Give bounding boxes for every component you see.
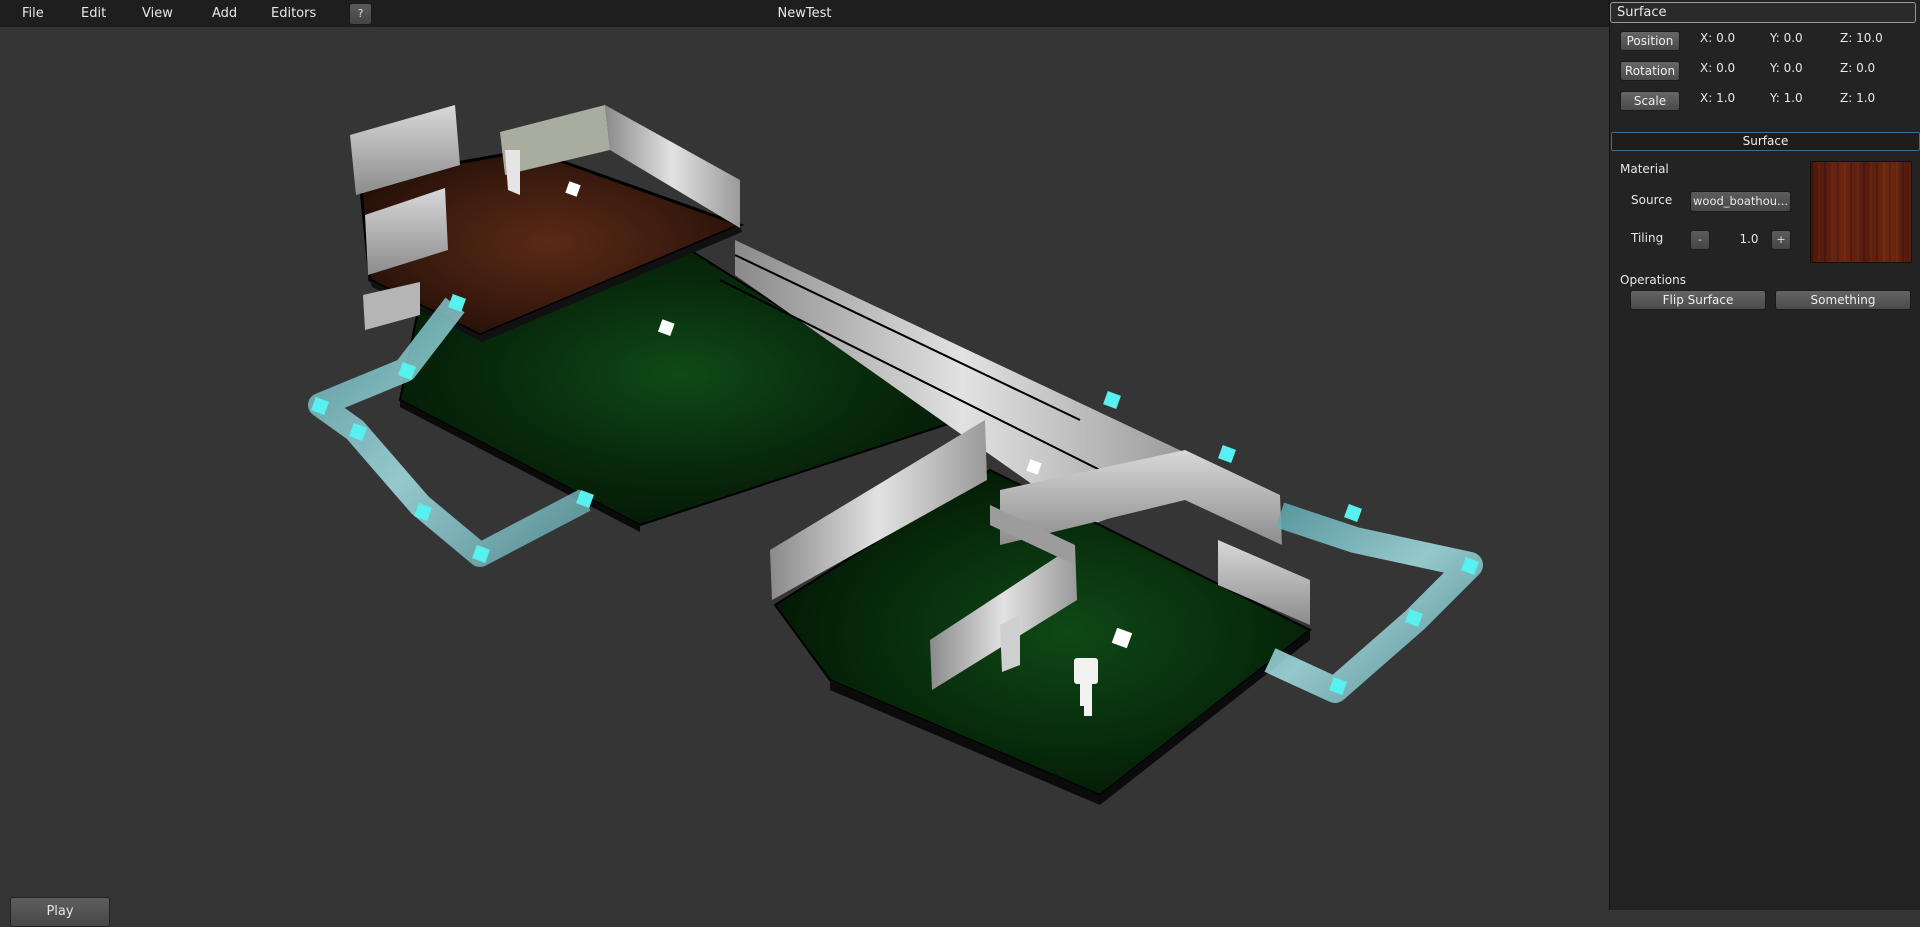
menu-file[interactable]: File: [22, 0, 44, 27]
material-preview-thumbnail[interactable]: [1810, 161, 1912, 263]
menu-editors[interactable]: Editors: [271, 0, 316, 27]
surface-section-header[interactable]: Surface: [1611, 132, 1920, 151]
play-button[interactable]: Play: [10, 897, 110, 927]
menu-edit[interactable]: Edit: [81, 0, 106, 27]
tiling-increment-button[interactable]: +: [1771, 230, 1791, 250]
scale-y[interactable]: Y: 1.0: [1770, 91, 1803, 105]
rotation-x[interactable]: X: 0.0: [1700, 61, 1735, 75]
tiling-label: Tiling: [1631, 231, 1664, 245]
something-button[interactable]: Something: [1775, 290, 1911, 310]
cube-light-icon[interactable]: [1218, 445, 1236, 463]
operations-label: Operations: [1620, 273, 1686, 287]
cube-light-icon[interactable]: [1103, 391, 1121, 409]
rotation-z[interactable]: Z: 0.0: [1840, 61, 1875, 75]
rotation-y[interactable]: Y: 0.0: [1770, 61, 1803, 75]
tiling-value[interactable]: 1.0: [1731, 230, 1767, 248]
position-x[interactable]: X: 0.0: [1700, 31, 1735, 45]
help-button[interactable]: ?: [349, 3, 372, 25]
position-z[interactable]: Z: 10.0: [1840, 31, 1883, 45]
menu-view[interactable]: View: [142, 0, 173, 27]
scene-render: [308, 105, 1483, 805]
flip-surface-button[interactable]: Flip Surface: [1630, 290, 1766, 310]
scene-viewport[interactable]: Play: [0, 27, 1609, 927]
rotation-button[interactable]: Rotation: [1620, 61, 1680, 81]
cube-light-icon[interactable]: [1344, 504, 1362, 522]
object-name-field[interactable]: [1610, 2, 1916, 23]
position-button[interactable]: Position: [1620, 31, 1680, 51]
scale-x[interactable]: X: 1.0: [1700, 91, 1735, 105]
scale-button[interactable]: Scale: [1620, 91, 1680, 111]
scale-z[interactable]: Z: 1.0: [1840, 91, 1875, 105]
menu-add[interactable]: Add: [212, 0, 237, 27]
material-label: Material: [1620, 162, 1669, 176]
source-label: Source: [1631, 193, 1673, 207]
menu-bar: File Edit View Add Editors ? NewTest: [0, 0, 1609, 28]
position-y[interactable]: Y: 0.0: [1770, 31, 1803, 45]
material-source-button[interactable]: wood_boathou...: [1690, 191, 1791, 212]
document-title: NewTest: [777, 6, 832, 21]
tiling-decrement-button[interactable]: -: [1690, 230, 1710, 250]
